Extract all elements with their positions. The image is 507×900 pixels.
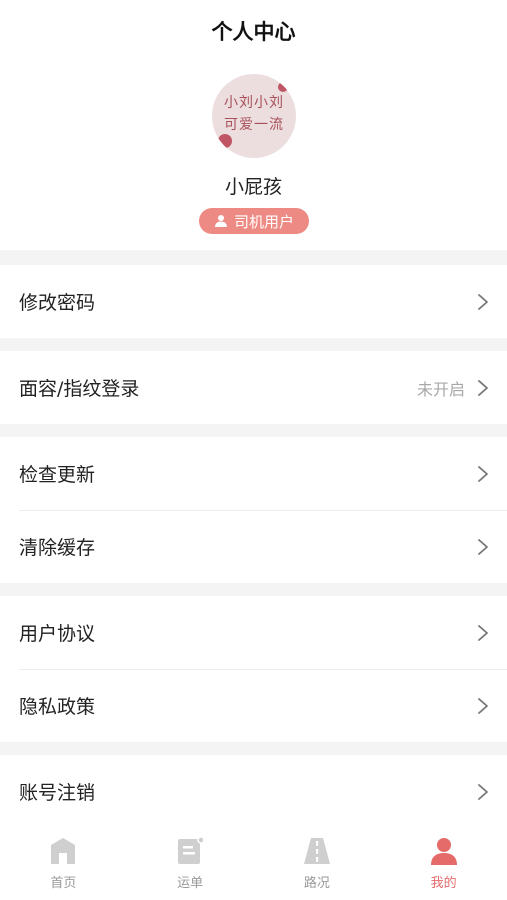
menu-item-clear-cache[interactable]: 清除缓存 xyxy=(0,510,507,583)
menu-item-change-password[interactable]: 修改密码 xyxy=(0,265,507,338)
tab-road[interactable]: 路况 xyxy=(254,828,381,900)
menu-group-password: 修改密码 xyxy=(0,265,507,338)
chevron-right-icon xyxy=(478,293,488,310)
biometric-status: 未开启 xyxy=(416,379,465,399)
tab-label: 路况 xyxy=(303,876,330,891)
menu-item-privacy-policy[interactable]: 隐私政策 xyxy=(0,669,507,742)
menu-item-label: 隐私政策 xyxy=(19,696,96,718)
avatar-image-text: 小刘小刘 可爱一流 xyxy=(224,95,284,133)
page-title: 个人中心 xyxy=(211,20,296,44)
menu-group-legal: 用户协议 隐私政策 xyxy=(0,596,507,742)
menu-item-label: 修改密码 xyxy=(19,292,96,314)
menu-item-delete-account[interactable]: 账号注销 xyxy=(0,755,507,828)
chevron-right-icon xyxy=(478,538,488,555)
role-badge-label: 司机用户 xyxy=(233,212,294,231)
bottom-tab-bar: 首页 运单 路况 我的 xyxy=(0,828,507,900)
menu-item-check-update[interactable]: 检查更新 xyxy=(0,437,507,510)
tab-label: 运单 xyxy=(177,876,204,891)
menu-item-label: 清除缓存 xyxy=(19,537,96,559)
profile-header: 个人中心 小刘小刘 可爱一流 小屁孩 司机用户 xyxy=(0,0,507,250)
username: 小屁孩 xyxy=(224,176,282,198)
tab-label: 我的 xyxy=(430,876,457,891)
chevron-right-icon xyxy=(478,697,488,714)
menu-group-app: 检查更新 清除缓存 xyxy=(0,437,507,583)
menu-item-label: 检查更新 xyxy=(19,464,96,486)
chevron-right-icon xyxy=(478,624,488,641)
chevron-right-icon xyxy=(478,465,488,482)
role-badge: 司机用户 xyxy=(199,208,309,234)
chevron-right-icon xyxy=(478,379,488,396)
home-icon xyxy=(51,838,76,864)
tab-label: 首页 xyxy=(50,876,77,891)
tab-waybill[interactable]: 运单 xyxy=(127,828,254,900)
avatar[interactable]: 小刘小刘 可爱一流 xyxy=(212,74,296,158)
waybill-icon xyxy=(178,836,205,864)
menu-item-user-agreement[interactable]: 用户协议 xyxy=(0,596,507,669)
tab-home[interactable]: 首页 xyxy=(0,828,127,900)
menu-item-label: 面容/指纹登录 xyxy=(19,378,140,400)
user-icon xyxy=(214,215,227,227)
road-icon xyxy=(303,838,330,864)
menu-group-biometric: 面容/指纹登录 未开启 xyxy=(0,351,507,424)
menu-item-label: 用户协议 xyxy=(19,623,96,645)
tab-profile[interactable]: 我的 xyxy=(380,828,507,900)
menu-item-label: 账号注销 xyxy=(19,782,96,804)
chevron-right-icon xyxy=(478,783,488,800)
menu-item-biometric-login[interactable]: 面容/指纹登录 未开启 xyxy=(0,351,507,424)
profile-icon xyxy=(430,838,457,865)
menu-group-account: 账号注销 xyxy=(0,755,507,828)
